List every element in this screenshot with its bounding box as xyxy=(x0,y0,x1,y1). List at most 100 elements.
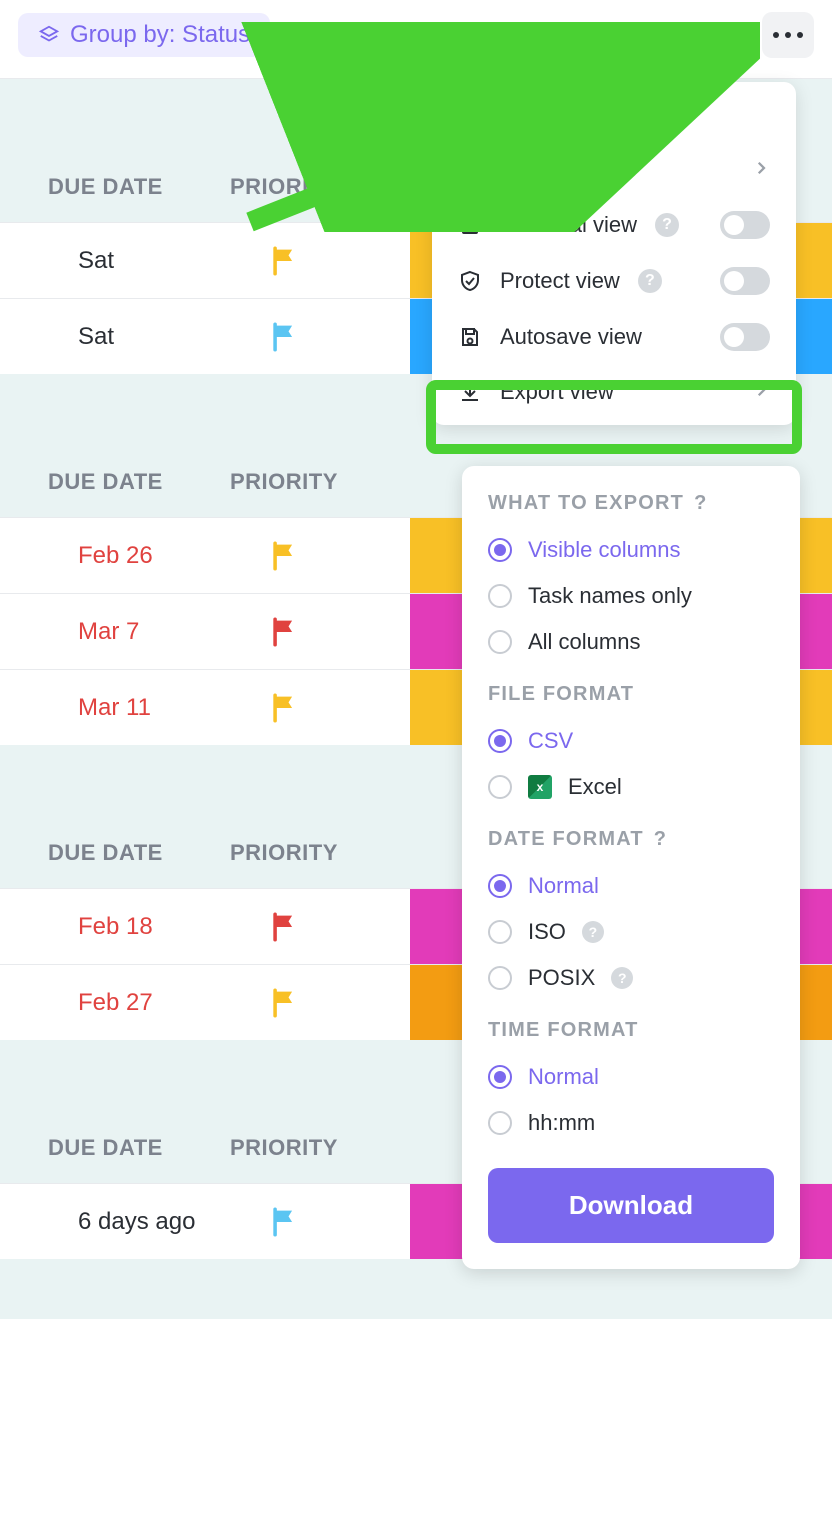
time-format-normal-option[interactable]: Normal xyxy=(488,1054,774,1100)
protect-view-label: Protect view xyxy=(500,268,620,294)
due-date-cell[interactable]: Feb 26 xyxy=(0,542,230,570)
radio-icon xyxy=(488,729,512,753)
me-filter[interactable]: Me xyxy=(445,21,510,49)
priority-flag-icon xyxy=(268,539,302,573)
date-format-normal-option[interactable]: Normal xyxy=(488,863,774,909)
groupby-pill[interactable]: Group by: Status xyxy=(18,13,270,57)
due-date-cell[interactable]: Mar 7 xyxy=(0,618,230,646)
view-settings-popover: VIEW SETTINGS Duplicate view Personal vi… xyxy=(432,82,796,425)
subtasks-toggle[interactable]: Subtasks xyxy=(292,21,423,49)
people-icon xyxy=(560,24,586,46)
priority-header[interactable]: PRIORITY xyxy=(230,840,410,866)
priority-header[interactable]: PRIORITY xyxy=(230,469,410,495)
personal-view-item[interactable]: Personal view ? xyxy=(432,197,796,253)
priority-cell[interactable] xyxy=(230,320,410,354)
help-icon[interactable]: ? xyxy=(654,828,667,851)
priority-flag-icon xyxy=(268,691,302,725)
radio-icon xyxy=(488,538,512,562)
priority-cell[interactable] xyxy=(230,691,410,725)
radio-icon xyxy=(488,874,512,898)
export-all-columns-option[interactable]: All columns xyxy=(488,619,774,665)
help-icon[interactable]: ? xyxy=(582,921,604,943)
autosave-view-item[interactable]: Autosave view xyxy=(432,309,796,365)
groupby-label: Group by: Status xyxy=(70,21,250,49)
download-button[interactable]: Download xyxy=(488,1168,774,1243)
radio-icon xyxy=(488,966,512,990)
protect-view-toggle[interactable] xyxy=(720,267,770,295)
due-date-header[interactable]: DUE DATE xyxy=(0,840,230,866)
priority-flag-icon xyxy=(268,615,302,649)
priority-cell[interactable] xyxy=(230,539,410,573)
layers-icon xyxy=(38,24,60,46)
export-task-names-option[interactable]: Task names only xyxy=(488,573,774,619)
radio-icon xyxy=(488,1065,512,1089)
priority-cell[interactable] xyxy=(230,910,410,944)
file-format-excel-option[interactable]: x Excel xyxy=(488,764,774,810)
radio-icon xyxy=(488,920,512,944)
person-icon xyxy=(445,24,467,46)
eye-icon xyxy=(608,24,632,46)
annotation-highlight xyxy=(426,380,802,454)
time-format-title: TIME FORMAT xyxy=(488,1001,774,1054)
priority-flag-icon xyxy=(268,1205,302,1239)
priority-cell[interactable] xyxy=(230,615,410,649)
due-date-cell[interactable]: Sat xyxy=(0,323,230,351)
due-date-header[interactable]: DUE DATE xyxy=(0,174,230,200)
due-date-cell[interactable]: Sat xyxy=(0,247,230,275)
help-icon[interactable]: ? xyxy=(655,213,679,237)
view-settings-title: VIEW SETTINGS xyxy=(432,100,796,143)
file-format-csv-option[interactable]: CSV xyxy=(488,718,774,764)
priority-flag-icon xyxy=(268,320,302,354)
radio-icon xyxy=(488,1111,512,1135)
priority-header[interactable]: PRIORITY xyxy=(230,174,410,200)
priority-cell[interactable] xyxy=(230,244,410,278)
due-date-cell[interactable]: Feb 18 xyxy=(0,913,230,941)
me-label: Me xyxy=(477,21,510,49)
chevron-right-icon xyxy=(752,157,770,183)
shield-icon xyxy=(458,269,482,293)
file-format-title: FILE FORMAT xyxy=(488,665,774,718)
priority-cell[interactable] xyxy=(230,986,410,1020)
priority-cell[interactable] xyxy=(230,1205,410,1239)
priority-flag-icon xyxy=(268,910,302,944)
lock-icon xyxy=(458,213,482,237)
view-toolbar: Group by: Status Subtasks Me Show xyxy=(0,0,832,79)
help-icon[interactable]: ? xyxy=(694,492,707,515)
subtasks-icon xyxy=(292,24,314,46)
help-icon[interactable]: ? xyxy=(638,269,662,293)
more-menu-button[interactable] xyxy=(762,12,814,58)
duplicate-view-item[interactable]: Duplicate view xyxy=(432,143,796,197)
subtasks-label: Subtasks xyxy=(324,21,423,49)
radio-icon xyxy=(488,775,512,799)
due-date-header[interactable]: DUE DATE xyxy=(0,469,230,495)
show-menu[interactable]: Show xyxy=(608,21,702,49)
due-date-cell[interactable]: Feb 27 xyxy=(0,989,230,1017)
date-format-title: DATE FORMAT ? xyxy=(488,810,774,863)
autosave-view-toggle[interactable] xyxy=(720,323,770,351)
duplicate-view-label: Duplicate view xyxy=(458,157,600,183)
personal-view-label: Personal view xyxy=(500,212,637,238)
autosave-view-label: Autosave view xyxy=(500,324,642,350)
export-visible-columns-option[interactable]: Visible columns xyxy=(488,527,774,573)
protect-view-item[interactable]: Protect view ? xyxy=(432,253,796,309)
radio-icon xyxy=(488,584,512,608)
due-date-cell[interactable]: Mar 11 xyxy=(0,694,230,722)
help-icon[interactable]: ? xyxy=(611,967,633,989)
excel-icon: x xyxy=(528,775,552,799)
date-format-iso-option[interactable]: ISO ? xyxy=(488,909,774,955)
due-date-header[interactable]: DUE DATE xyxy=(0,1135,230,1161)
show-label: Show xyxy=(642,21,702,49)
personal-view-toggle[interactable] xyxy=(720,211,770,239)
priority-header[interactable]: PRIORITY xyxy=(230,1135,410,1161)
save-icon xyxy=(458,325,482,349)
separator-dot xyxy=(532,32,538,38)
time-format-hhmm-option[interactable]: hh:mm xyxy=(488,1100,774,1146)
due-date-cell[interactable]: 6 days ago xyxy=(0,1208,230,1236)
priority-flag-icon xyxy=(268,244,302,278)
export-options-popover: WHAT TO EXPORT ? Visible columns Task na… xyxy=(462,466,800,1269)
assignees-filter[interactable] xyxy=(560,24,586,46)
date-format-posix-option[interactable]: POSIX ? xyxy=(488,955,774,1001)
radio-icon xyxy=(488,630,512,654)
priority-flag-icon xyxy=(268,986,302,1020)
what-to-export-title: WHAT TO EXPORT ? xyxy=(488,488,774,527)
